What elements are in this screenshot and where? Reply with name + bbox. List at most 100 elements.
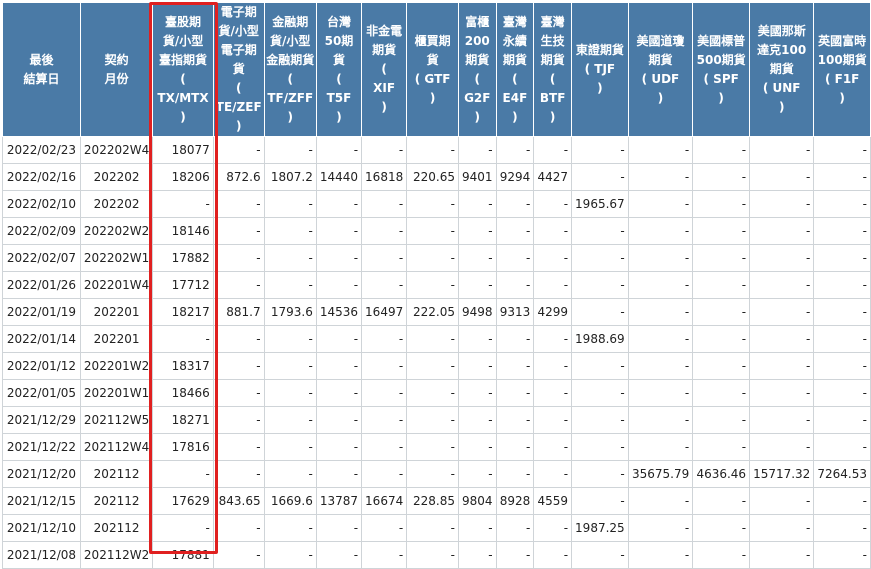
price-cell: - (263, 514, 317, 542)
price-cell: - (692, 217, 751, 245)
price-cell: - (627, 163, 694, 191)
table-row: 2021/12/29 202112W5 18271- - - - - - - - - - - - - (2, 406, 871, 434)
column-header-line: 美國標普 (697, 33, 746, 48)
price-cell: - (152, 190, 214, 218)
price-cell: - (533, 325, 573, 353)
price-cell: - (813, 352, 871, 380)
price-cell: - (263, 406, 317, 434)
column-header-line: ( GTF (414, 71, 451, 86)
price-cell: - (406, 271, 459, 299)
price-cell: 220.65 (406, 163, 459, 191)
price-cell: - (571, 163, 629, 191)
column-header-10: 臺灣 生技 期貨 (BTF) (533, 2, 573, 137)
price-cell: 17712 (152, 271, 214, 299)
price-cell: 16497 (361, 298, 408, 326)
price-cell: - (263, 244, 317, 272)
column-header-line: ) (336, 109, 342, 124)
price-cell: 14440 (315, 163, 363, 191)
price-cell: - (458, 352, 497, 380)
price-cell: - (749, 541, 815, 569)
column-header-line: 50期 (324, 33, 354, 48)
column-header-line: ) (839, 90, 845, 105)
table-row: 2022/02/10 202202- - - - - - - - -1965.67- - - - (2, 190, 871, 218)
column-header-line: 貨 (426, 52, 439, 67)
column-header-line: ) (597, 81, 603, 95)
price-cell: - (627, 325, 694, 353)
price-cell: 9313 (495, 298, 535, 326)
price-cell: - (533, 541, 573, 569)
settlement-date-cell: 2022/02/10 (2, 190, 81, 218)
contract-month-cell: 202112W2 (79, 541, 154, 569)
column-header-6: 非金電 期貨 (XIF) (361, 2, 408, 137)
settlement-date-cell: 2022/02/23 (2, 136, 81, 164)
price-cell: 18077 (152, 136, 214, 164)
price-cell: 13787 (315, 487, 363, 515)
price-cell: - (361, 325, 408, 353)
header-row: 最後 結算日 契約 月份 臺股期 貨/小型 臺指期貨(TX/MTX) 電子期 貨/小型 電子期貨(… (2, 2, 871, 137)
price-cell: - (533, 433, 573, 461)
price-cell: - (406, 352, 459, 380)
price-cell: - (813, 433, 871, 461)
table-header: 最後 結算日 契約 月份 臺股期 貨/小型 臺指期貨(TX/MTX) 電子期 貨/小型 電子期貨(… (2, 2, 871, 137)
price-cell: 1988.69 (571, 325, 629, 353)
column-header-line: 美國道瓊 (636, 33, 685, 48)
price-cell: - (813, 514, 871, 542)
price-cell: - (212, 217, 265, 245)
column-header-line: TF/ZFF (267, 90, 314, 105)
price-cell: - (495, 541, 535, 569)
price-cell: 15717.32 (749, 460, 815, 488)
price-cell: - (533, 136, 573, 164)
price-cell: - (315, 271, 363, 299)
price-cell: - (533, 244, 573, 272)
settlement-date-cell: 2022/01/12 (2, 352, 81, 380)
column-header-line: 貨/小型 (162, 33, 204, 48)
column-header-line: 櫃買期 (414, 33, 451, 48)
price-cell: - (571, 541, 629, 569)
price-cell: - (813, 406, 871, 434)
price-cell: - (571, 217, 629, 245)
column-header-line: 富櫃 (465, 14, 490, 29)
column-header-line: E4F (502, 90, 528, 105)
price-cell: - (533, 190, 573, 218)
settlement-date-cell: 2022/02/07 (2, 244, 81, 272)
column-header-line: ) (287, 109, 293, 124)
price-cell: - (458, 514, 497, 542)
price-cell: 18466 (152, 379, 214, 407)
price-cell: 17629 (152, 487, 214, 515)
column-header-line: 期貨 (648, 52, 673, 67)
price-cell: - (692, 487, 751, 515)
contract-month-cell: 202202W1 (79, 244, 154, 272)
contract-month-cell: 202112 (79, 487, 154, 515)
column-header-line: ) (235, 119, 242, 133)
column-header-line: 美國那斯 (757, 24, 806, 38)
price-cell: 4636.46 (692, 460, 751, 488)
price-cell: - (212, 406, 265, 434)
column-header-line: 金融期貨 (266, 52, 315, 67)
price-cell: - (813, 325, 871, 353)
column-header-line: ( (180, 71, 186, 86)
table-row: 2021/12/22 202112W4 17816- - - - - - - - - - - - - (2, 433, 871, 461)
price-cell: - (749, 406, 815, 434)
price-cell: - (749, 379, 815, 407)
settlement-date-cell: 2022/01/26 (2, 271, 81, 299)
column-header-line: 200 (464, 33, 490, 48)
price-cell: 18271 (152, 406, 214, 434)
contract-month-cell: 202202W4 (79, 136, 154, 164)
price-cell: - (458, 406, 497, 434)
price-cell: - (749, 298, 815, 326)
price-cell: - (749, 433, 815, 461)
price-cell: 18146 (152, 217, 214, 245)
price-cell: - (813, 379, 871, 407)
column-header-3: 電子期 貨/小型 電子期貨 (TE/ZEF) (212, 2, 265, 137)
price-cell: - (571, 487, 629, 515)
price-cell: 18317 (152, 352, 214, 380)
contract-month-cell: 202112W4 (79, 433, 154, 461)
price-cell: - (212, 271, 265, 299)
column-header-line: ) (718, 90, 724, 105)
price-cell: - (627, 298, 694, 326)
price-cell: - (627, 433, 694, 461)
price-cell: - (406, 514, 459, 542)
price-cell: - (495, 460, 535, 488)
price-cell: - (749, 325, 815, 353)
column-header-line: 貨/小型 (218, 24, 259, 38)
